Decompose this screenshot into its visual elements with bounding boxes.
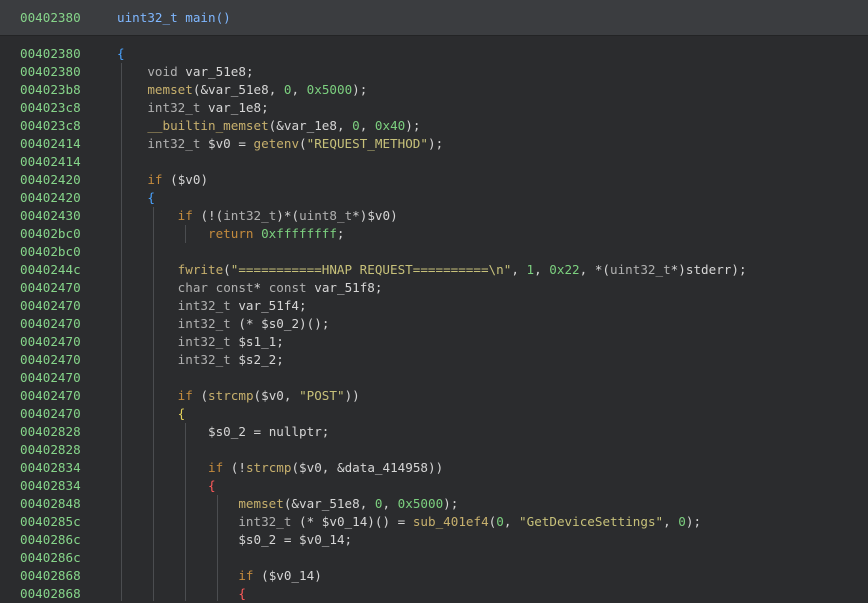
line-source[interactable]: if (strcmp($v0, "POST")) [117, 387, 360, 405]
line-address[interactable]: 00402470 [20, 387, 81, 405]
code-view[interactable]: 00402380{00402380 void var_51e8; 004023b8… [0, 45, 868, 601]
code-line[interactable]: 00402bc0 [0, 243, 868, 261]
code-line[interactable]: 0040286c [0, 549, 868, 567]
line-address[interactable]: 00402380 [20, 63, 81, 81]
code-line[interactable]: 00402420 { [0, 189, 868, 207]
line-address[interactable]: 00402828 [20, 441, 81, 459]
code-line[interactable]: 00402828 $s0_2 = nullptr; [0, 423, 868, 441]
line-source[interactable]: void var_51e8; [117, 63, 253, 81]
line-source[interactable]: int32_t $v0 = getenv("REQUEST_METHOD"); [117, 135, 443, 153]
code-line[interactable]: 00402414 [0, 153, 868, 171]
function-signature[interactable]: uint32_t main() [117, 10, 231, 25]
code-line[interactable]: 00402420 if ($v0) [0, 171, 868, 189]
line-source[interactable]: if (!(int32_t)*(uint8_t*)$v0) [117, 207, 398, 225]
code-line[interactable]: 00402868 { [0, 585, 868, 603]
line-source[interactable]: memset(&var_51e8, 0, 0x5000); [117, 495, 458, 513]
line-source[interactable]: { [117, 189, 155, 207]
code-line[interactable]: 00402470 [0, 369, 868, 387]
line-source[interactable]: if ($v0) [117, 171, 208, 189]
code-line[interactable]: 00402430 if (!(int32_t)*(uint8_t*)$v0) [0, 207, 868, 225]
line-source[interactable]: if (!strcmp($v0, &data_414958)) [117, 459, 443, 477]
line-address[interactable]: 00402420 [20, 171, 81, 189]
line-address[interactable]: 00402868 [20, 567, 81, 585]
line-address[interactable]: 00402834 [20, 477, 81, 495]
line-source[interactable]: int32_t $s1_1; [117, 333, 284, 351]
line-address[interactable]: 00402430 [20, 207, 81, 225]
code-line[interactable]: 00402834 if (!strcmp($v0, &data_414958)) [0, 459, 868, 477]
code-line[interactable]: 0040244c fwrite("===========HNAP REQUEST… [0, 261, 868, 279]
line-address[interactable]: 004023c8 [20, 117, 81, 135]
line-source[interactable]: int32_t (* $s0_2)(); [117, 315, 330, 333]
code-line[interactable]: 00402470 int32_t $s1_1; [0, 333, 868, 351]
code-line[interactable]: 0040286c $s0_2 = $v0_14; [0, 531, 868, 549]
code-line[interactable]: 00402380 void var_51e8; [0, 63, 868, 81]
line-address[interactable]: 00402470 [20, 351, 81, 369]
code-line[interactable]: 00402470 { [0, 405, 868, 423]
code-line[interactable]: 00402848 memset(&var_51e8, 0, 0x5000); [0, 495, 868, 513]
code-line[interactable]: 004023c8 __builtin_memset(&var_1e8, 0, 0… [0, 117, 868, 135]
line-source[interactable]: { [117, 45, 125, 63]
code-line[interactable]: 00402868 if ($v0_14) [0, 567, 868, 585]
line-address[interactable]: 0040244c [20, 261, 81, 279]
code-line[interactable]: 00402834 { [0, 477, 868, 495]
line-source[interactable]: { [117, 405, 186, 423]
line-source[interactable]: { [117, 585, 246, 603]
line-address[interactable]: 00402834 [20, 459, 81, 477]
line-address[interactable]: 0040285c [20, 513, 81, 531]
line-address[interactable]: 00402470 [20, 369, 81, 387]
code-line[interactable]: 00402414 int32_t $v0 = getenv("REQUEST_M… [0, 135, 868, 153]
code-line[interactable]: 00402380 { [0, 45, 868, 63]
line-source[interactable]: fwrite("===========HNAP REQUEST=========… [117, 261, 747, 279]
line-address[interactable]: 0040286c [20, 531, 81, 549]
code-line[interactable]: 00402470 char const* const var_51f8; [0, 279, 868, 297]
line-address[interactable]: 00402bc0 [20, 225, 81, 243]
line-source[interactable]: memset(&var_51e8, 0, 0x5000); [117, 81, 367, 99]
function-header: 00402380 uint32_t main() [0, 0, 868, 36]
line-source[interactable]: int32_t var_1e8; [117, 99, 268, 117]
line-address[interactable]: 00402470 [20, 333, 81, 351]
code-line[interactable]: 004023c8 int32_t var_1e8; [0, 99, 868, 117]
line-address[interactable]: 00402470 [20, 297, 81, 315]
line-source[interactable]: char const* const var_51f8; [117, 279, 383, 297]
code-line[interactable]: 00402470 int32_t var_51f4; [0, 297, 868, 315]
line-source[interactable]: $s0_2 = $v0_14; [117, 531, 352, 549]
line-address[interactable]: 00402414 [20, 153, 81, 171]
line-source[interactable]: int32_t $s2_2; [117, 351, 284, 369]
line-address[interactable]: 00402380 [20, 45, 81, 63]
code-line[interactable]: 0040285c int32_t (* $v0_14)() = sub_401e… [0, 513, 868, 531]
line-address[interactable]: 00402420 [20, 189, 81, 207]
code-line[interactable]: 00402828 [0, 441, 868, 459]
line-address[interactable]: 00402470 [20, 279, 81, 297]
line-address[interactable]: 00402848 [20, 495, 81, 513]
line-address[interactable]: 00402470 [20, 315, 81, 333]
line-source[interactable]: $s0_2 = nullptr; [117, 423, 329, 441]
line-source[interactable]: { [117, 477, 216, 495]
code-line[interactable]: 00402470 if (strcmp($v0, "POST")) [0, 387, 868, 405]
code-line[interactable]: 00402bc0 return 0xffffffff; [0, 225, 868, 243]
line-address[interactable]: 0040286c [20, 549, 81, 567]
line-source[interactable]: __builtin_memset(&var_1e8, 0, 0x40); [117, 117, 420, 135]
line-source[interactable]: int32_t (* $v0_14)() = sub_401ef4(0, "Ge… [117, 513, 701, 531]
line-address[interactable]: 00402868 [20, 585, 81, 603]
line-address[interactable]: 00402414 [20, 135, 81, 153]
line-address[interactable]: 00402828 [20, 423, 81, 441]
line-address[interactable]: 00402470 [20, 405, 81, 423]
code-line[interactable]: 00402470 int32_t $s2_2; [0, 351, 868, 369]
code-line[interactable]: 004023b8 memset(&var_51e8, 0, 0x5000); [0, 81, 868, 99]
line-source[interactable]: return 0xffffffff; [117, 225, 345, 243]
header-address[interactable]: 00402380 [20, 10, 81, 25]
line-source[interactable]: int32_t var_51f4; [117, 297, 307, 315]
line-address[interactable]: 004023c8 [20, 99, 81, 117]
line-address[interactable]: 004023b8 [20, 81, 81, 99]
line-source[interactable]: if ($v0_14) [117, 567, 321, 585]
code-line[interactable]: 00402470 int32_t (* $s0_2)(); [0, 315, 868, 333]
line-address[interactable]: 00402bc0 [20, 243, 81, 261]
